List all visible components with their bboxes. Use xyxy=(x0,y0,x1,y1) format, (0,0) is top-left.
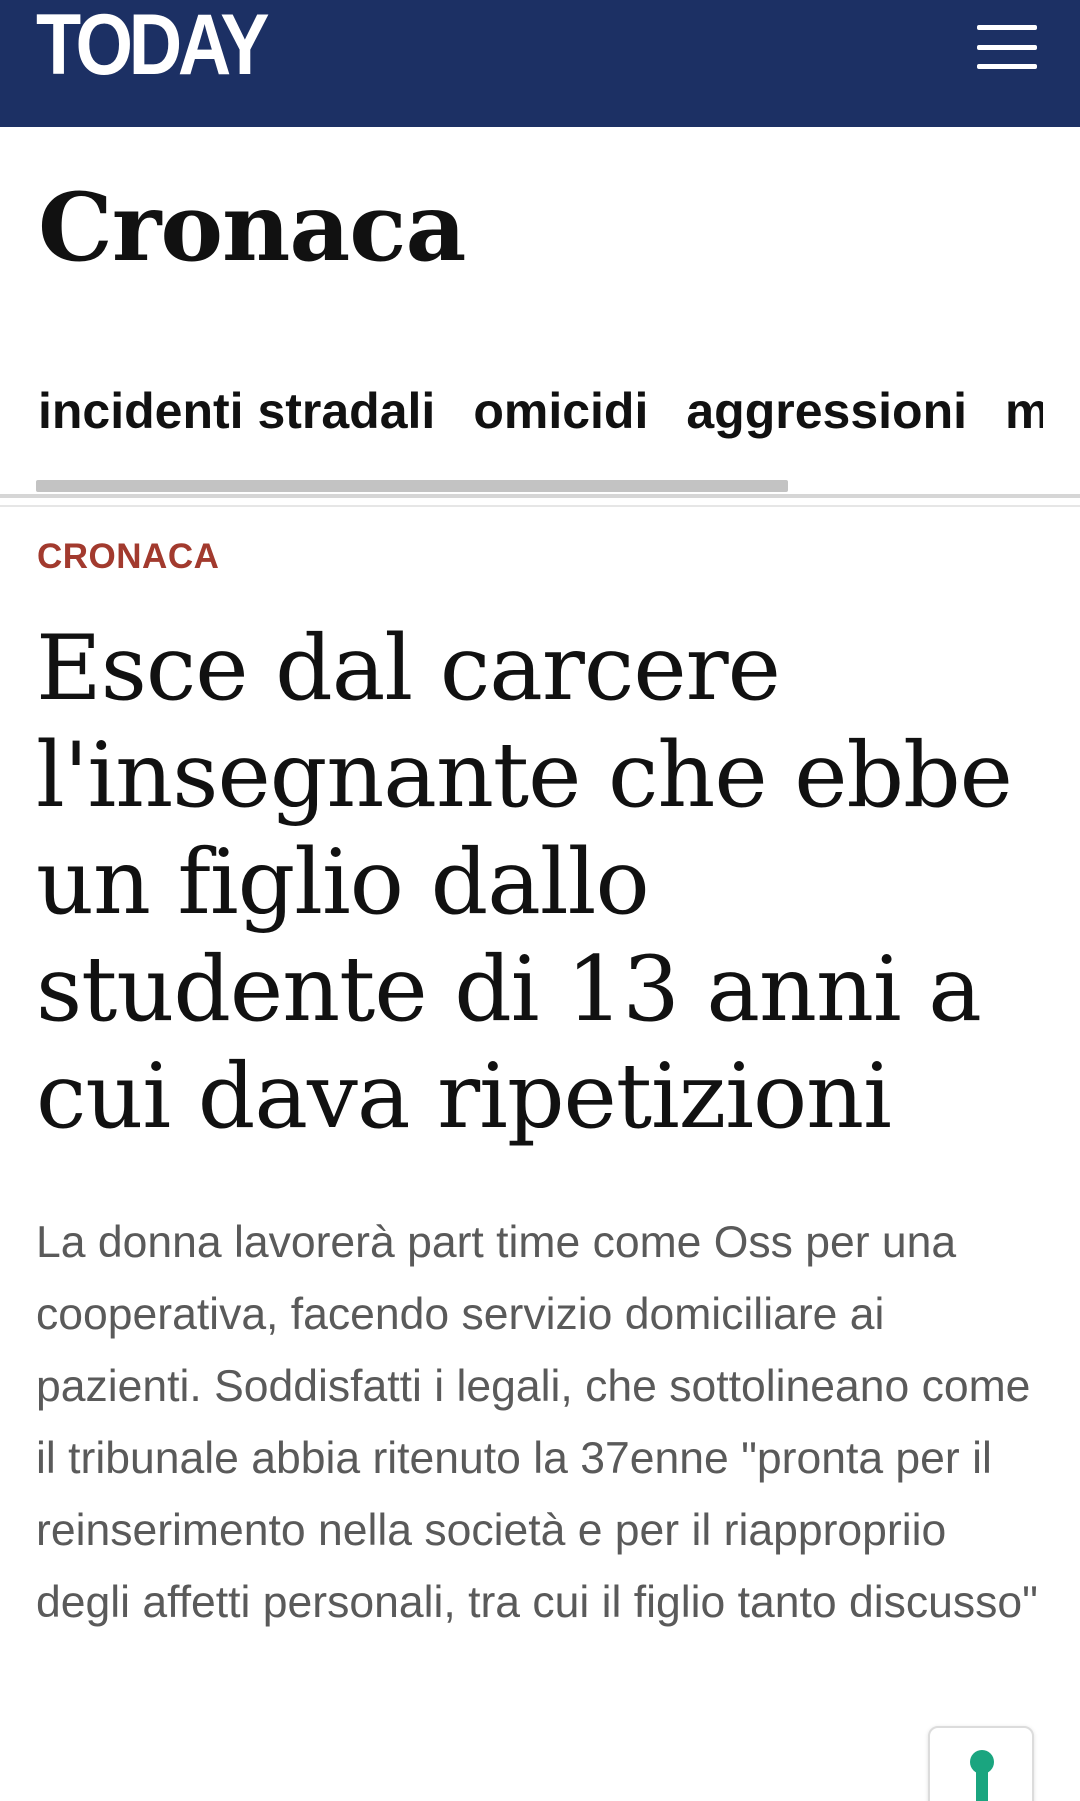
site-logo[interactable]: TODAY xyxy=(36,0,270,90)
category-subnav: incidenti stradali omicidi aggressioni m xyxy=(0,368,1080,498)
subnav-item-incidenti-stradali[interactable]: incidenti stradali xyxy=(38,368,435,454)
menu-button[interactable] xyxy=(972,18,1042,76)
subnav-track[interactable]: incidenti stradali omicidi aggressioni m xyxy=(38,368,1043,454)
accessibility-floating-button[interactable] xyxy=(928,1726,1034,1801)
hamburger-menu-icon xyxy=(977,25,1037,69)
article-summary: La donna lavorerà part time come Oss per… xyxy=(36,1218,1038,1627)
article-category-label[interactable]: CRONACA xyxy=(37,535,219,579)
section-title: Cronaca xyxy=(38,173,466,283)
article-headline: Esce dal carcere l'insegnante che ebbe u… xyxy=(36,616,1013,1149)
subnav-item-truncated[interactable]: m xyxy=(1005,368,1043,454)
section-divider-secondary xyxy=(0,505,1080,507)
top-header-bar: TODAY xyxy=(0,0,1080,127)
subnav-item-aggressioni[interactable]: aggressioni xyxy=(686,368,967,454)
accessibility-person-icon xyxy=(970,1750,994,1801)
subnav-item-omicidi[interactable]: omicidi xyxy=(473,368,648,454)
section-divider xyxy=(0,494,1080,498)
subnav-scrollbar-thumb[interactable] xyxy=(36,480,788,492)
